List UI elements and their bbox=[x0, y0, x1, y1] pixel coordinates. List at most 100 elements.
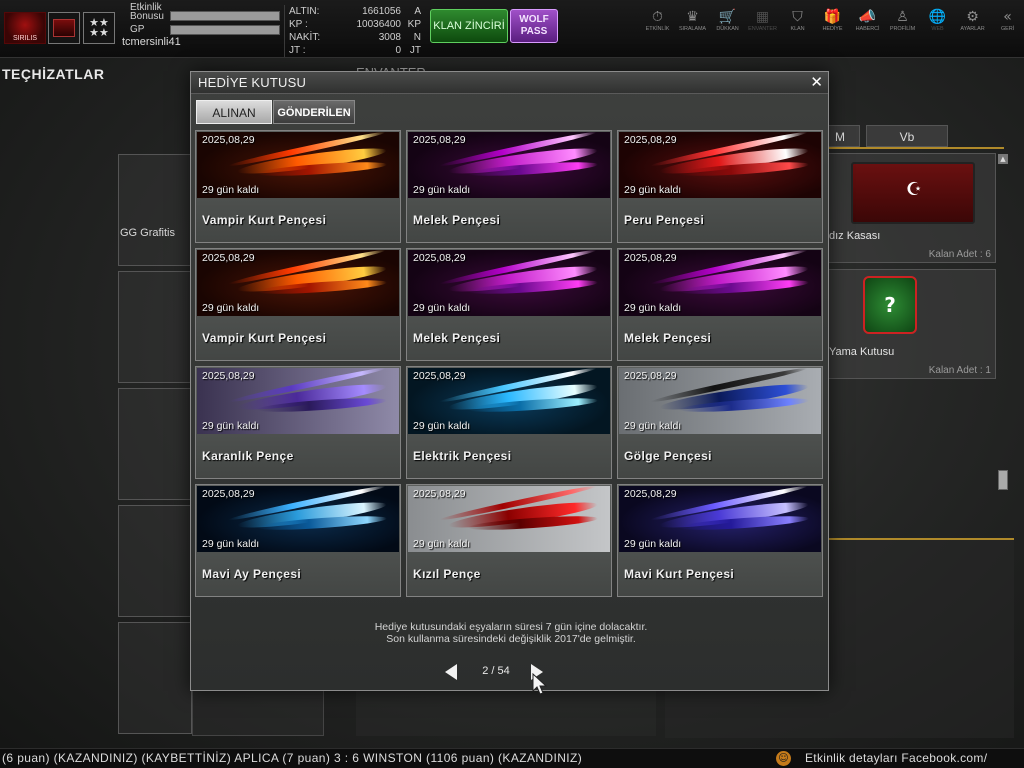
nav-item-8[interactable]: 🌐 WEB bbox=[920, 8, 955, 32]
equipment-slot[interactable] bbox=[118, 154, 192, 266]
gift-box-dialog: HEDİYE KUTUSU ✕ ALINAN GÖNDERİLEN 2025,0… bbox=[190, 71, 829, 691]
currency-row-kp: KP : 10036400 KP bbox=[285, 18, 426, 31]
item-name: Mavi Kurt Pençesi bbox=[624, 567, 735, 581]
item-remaining: 29 gün kaldı bbox=[624, 420, 682, 432]
nav-item-10[interactable]: «GERİ bbox=[990, 8, 1024, 32]
tab-received[interactable]: ALINAN bbox=[196, 100, 272, 124]
item-date: 2025,08,29 bbox=[624, 134, 677, 146]
equipment-slot[interactable] bbox=[118, 271, 192, 383]
gift-item-card[interactable]: 2025,08,29 29 gün kaldı Vampir Kurt Pençes… bbox=[195, 130, 401, 243]
nav-label: HEDİYE bbox=[822, 26, 843, 32]
nav-item-2[interactable]: 🛒 DÜKKAN bbox=[710, 8, 745, 32]
clan-emblem[interactable] bbox=[48, 12, 80, 44]
nav-icon: 🌐 bbox=[928, 9, 947, 25]
equipment-title: TEÇHİZATLAR bbox=[2, 66, 105, 82]
inventory-item-chest[interactable]: ☪ dız Kasası Kalan Adet : 6 bbox=[828, 153, 996, 263]
scroll-up-arrow-icon[interactable]: ▲ bbox=[998, 154, 1008, 164]
nav-item-7[interactable]: ♙ PROFİLİM bbox=[885, 8, 920, 32]
gift-item-card[interactable]: 2025,08,29 29 gün kaldı Melek Pençesi bbox=[406, 130, 612, 243]
item-name: Gölge Pençesi bbox=[624, 449, 712, 463]
item-remaining: 29 gün kaldı bbox=[202, 184, 260, 196]
prev-page-arrow-icon[interactable] bbox=[445, 664, 457, 680]
nav-icon: ♙ bbox=[896, 9, 909, 25]
nav-icon: « bbox=[1003, 9, 1012, 25]
nav-icon: 🎁 bbox=[823, 9, 842, 25]
scroll-thumb[interactable] bbox=[998, 470, 1008, 490]
gp-bar bbox=[170, 25, 280, 35]
nav-item-4[interactable]: ⛉ KLAN bbox=[780, 8, 815, 32]
gift-item-card[interactable]: 2025,08,29 29 gün kaldı Kızıl Pençe bbox=[406, 484, 612, 597]
logo-text: SIRILIS bbox=[12, 35, 38, 42]
item-date: 2025,08,29 bbox=[413, 252, 466, 264]
currency-panel: ALTIN: 1661056 A KP : 10036400 KP NAKİT:… bbox=[284, 5, 426, 57]
inventory-item-count: Kalan Adet : 1 bbox=[928, 365, 991, 376]
gift-item-card[interactable]: 2025,08,29 29 gün kaldı Vampir Kurt Pençes… bbox=[195, 248, 401, 361]
inventory-tab-vb[interactable]: Vb bbox=[866, 125, 948, 147]
crescent-star-icon: ☪ bbox=[905, 179, 923, 200]
gift-item-card[interactable]: 2025,08,29 29 gün kaldı Karanlık Pençe bbox=[195, 366, 401, 479]
nav-item-0[interactable]: ⏱ ETKİNLİK bbox=[640, 8, 675, 32]
nav-icon: ⏱ bbox=[652, 9, 663, 25]
currency-row-cash: NAKİT: 3008 N bbox=[285, 31, 426, 44]
gift-item-card[interactable]: 2025,08,29 29 gün kaldı Elektrik Pençesi bbox=[406, 366, 612, 479]
close-icon[interactable]: ✕ bbox=[810, 73, 823, 91]
gift-item-card[interactable]: 2025,08,29 29 gün kaldı Gölge Pençesi bbox=[617, 366, 823, 479]
pagination: 2 / 54 bbox=[441, 662, 571, 682]
item-name: Peru Pençesi bbox=[624, 213, 705, 227]
match-ticker: (6 puan) (KAZANDINIZ) (KAYBETTİNİZ) APLI… bbox=[0, 748, 1024, 768]
event-link-area[interactable]: ☺ Etkinlik detayları Facebook.com/ bbox=[772, 749, 1024, 768]
klan-chain-button[interactable]: KLAN ZİNCİRİ bbox=[430, 9, 508, 43]
item-date: 2025,08,29 bbox=[413, 488, 466, 500]
item-remaining: 29 gün kaldı bbox=[413, 302, 471, 314]
nav-item-9[interactable]: ⚙ AYARLAR bbox=[955, 8, 990, 32]
event-link-text[interactable]: Etkinlik detayları Facebook.com/ bbox=[805, 751, 987, 765]
item-remaining: 29 gün kaldı bbox=[413, 538, 471, 550]
item-date: 2025,08,29 bbox=[202, 134, 255, 146]
wolf-pass-button[interactable]: WOLF PASS bbox=[510, 9, 558, 43]
item-date: 2025,08,29 bbox=[413, 134, 466, 146]
tab-underline bbox=[828, 147, 1004, 149]
nav-item-1[interactable]: ♛ SIRALAMA bbox=[675, 8, 710, 32]
item-name: Elektrik Pençesi bbox=[413, 449, 512, 463]
gift-item-card[interactable]: 2025,08,29 29 gün kaldı Mavi Ay Pençesi bbox=[195, 484, 401, 597]
top-bar: SIRILIS ★★ ★★ Etkinlik Bonusu GP tcmersi… bbox=[0, 0, 1024, 58]
currency-value: 1661056 bbox=[362, 6, 401, 17]
item-remaining: 29 gün kaldı bbox=[413, 420, 471, 432]
equipment-slot[interactable] bbox=[118, 505, 192, 617]
gift-item-card[interactable]: 2025,08,29 29 gün kaldı Melek Pençesi bbox=[406, 248, 612, 361]
currency-label: NAKİT: bbox=[289, 32, 321, 43]
item-remaining: 29 gün kaldı bbox=[202, 302, 260, 314]
currency-unit: A bbox=[414, 6, 421, 17]
item-date: 2025,08,29 bbox=[202, 488, 255, 500]
turkish-chest-image: ☪ bbox=[851, 162, 975, 224]
nav-label: HABERCİ bbox=[855, 26, 880, 32]
inventory-item-patch-box[interactable]: ? Yama Kutusu Kalan Adet : 1 bbox=[828, 269, 996, 379]
gift-item-card[interactable]: 2025,08,29 29 gün kaldı Peru Pençesi bbox=[617, 130, 823, 243]
dialog-header: HEDİYE KUTUSU ✕ bbox=[191, 72, 828, 94]
item-remaining: 29 gün kaldı bbox=[624, 302, 682, 314]
currency-value: 10036400 bbox=[356, 19, 402, 30]
nav-label: ENVANTER bbox=[748, 26, 777, 32]
equipment-slot[interactable] bbox=[118, 388, 192, 500]
nav-label: WEB bbox=[931, 26, 944, 32]
nav-item-5[interactable]: 🎁 HEDİYE bbox=[815, 8, 850, 32]
tab-sent[interactable]: GÖNDERİLEN bbox=[273, 100, 355, 124]
nav-item-6[interactable]: 📣 HABERCİ bbox=[850, 8, 885, 32]
equipment-slot[interactable] bbox=[192, 690, 324, 736]
item-name: Vampir Kurt Pençesi bbox=[202, 213, 327, 227]
nav-icon: 🛒 bbox=[718, 9, 737, 25]
currency-row-gold: ALTIN: 1661056 A bbox=[285, 5, 426, 18]
rank-stars: ★★ ★★ bbox=[89, 16, 109, 39]
equipment-slot[interactable] bbox=[118, 622, 192, 734]
gift-item-card[interactable]: 2025,08,29 29 gün kaldı Mavi Kurt Pençesi bbox=[617, 484, 823, 597]
clan-emblem-image bbox=[53, 19, 75, 37]
currency-unit: KP bbox=[407, 19, 421, 30]
nav-icon: ⛉ bbox=[792, 9, 803, 25]
gift-item-card[interactable]: 2025,08,29 29 gün kaldı Melek Pençesi bbox=[617, 248, 823, 361]
equipment-slots bbox=[118, 154, 192, 736]
currency-unit: N bbox=[413, 32, 421, 43]
inventory-scrollbar[interactable]: ▲ bbox=[998, 154, 1010, 504]
nav-item-3[interactable]: ▦ ENVANTER bbox=[745, 8, 780, 32]
game-logo: SIRILIS bbox=[4, 12, 46, 44]
nav-label: AYARLAR bbox=[960, 26, 985, 32]
